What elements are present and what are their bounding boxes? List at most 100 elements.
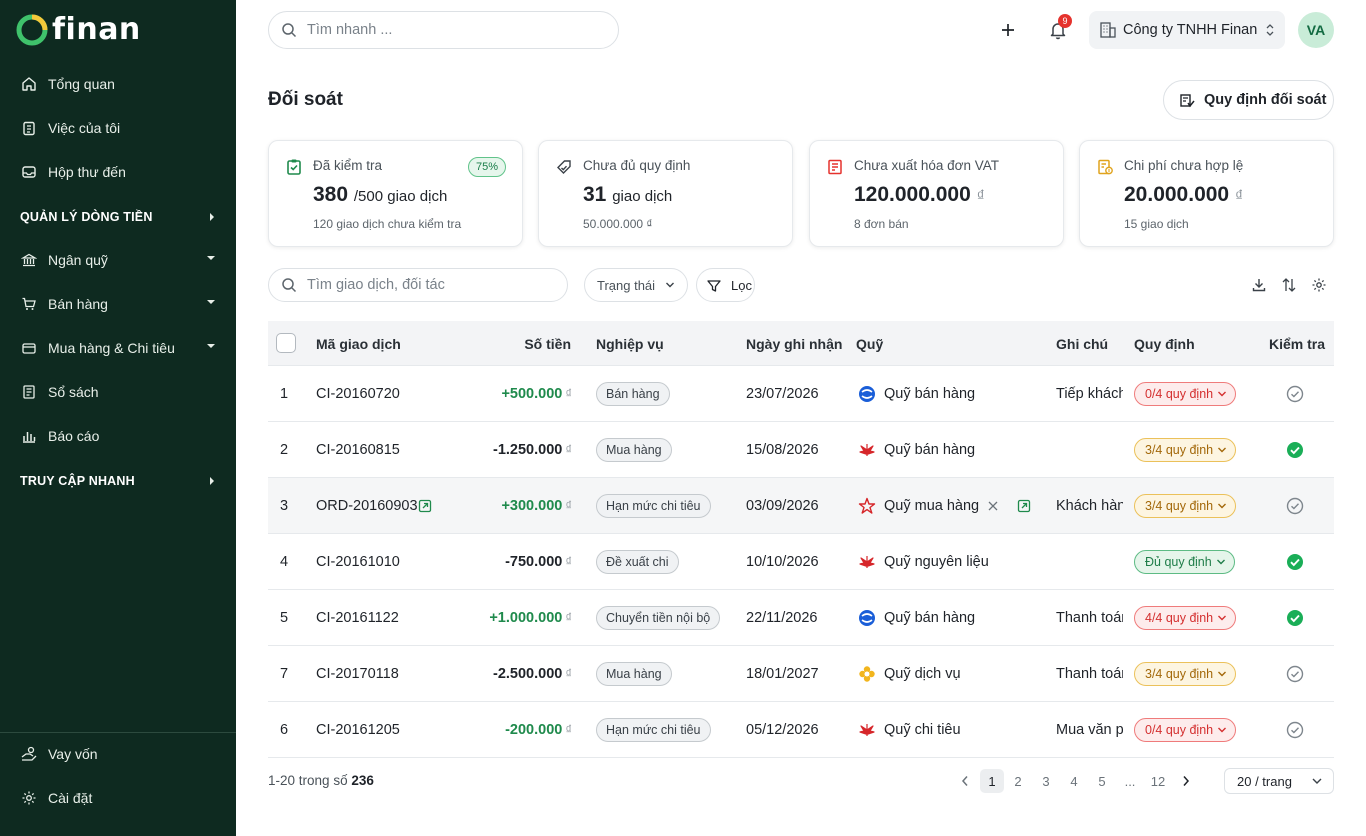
flower-yellow-icon (859, 666, 875, 682)
sidebar-item-overview[interactable]: Tổng quan (0, 64, 236, 104)
page-button[interactable]: 2 (1006, 769, 1030, 793)
chevron-left-icon (961, 776, 968, 786)
table-row[interactable]: 1 CI-20160720 +500.000 ₫ Bán hàng 23/07/2026 Q… (268, 366, 1334, 422)
rule-status-dropdown[interactable]: Đủ quy định (1134, 550, 1235, 574)
download-icon[interactable] (1251, 277, 1267, 293)
avatar[interactable]: VA (1298, 12, 1334, 48)
table-row[interactable]: 3 ORD-20160903 +300.000 ₫ Hạn mức chi tiêu 03… (268, 478, 1334, 534)
col-rule[interactable]: Quy định (1134, 336, 1195, 352)
rule-status-dropdown[interactable]: 0/4 quy định (1134, 718, 1237, 742)
transaction-type-tag: Bán hàng (596, 382, 670, 406)
transaction-code[interactable]: CI-20160720 (316, 386, 400, 402)
fund-name[interactable]: Quỹ mua hàng (884, 498, 979, 514)
page-button[interactable]: 3 (1034, 769, 1058, 793)
fund-name[interactable]: Quỹ bán hàng (884, 386, 975, 402)
sidebar-item-my-tasks[interactable]: Việc của tôi (0, 108, 236, 148)
fund-name[interactable]: Quỹ nguyên liệu (884, 554, 989, 570)
rule-status-dropdown[interactable]: 0/4 quy định (1134, 382, 1237, 406)
fund-name[interactable]: Quỹ bán hàng (884, 610, 975, 626)
logo[interactable]: finan (16, 14, 141, 46)
table-row[interactable]: 7 CI-20170118 -2.500.000 ₫ Mua hàng 18/01/202… (268, 646, 1334, 702)
transaction-code[interactable]: CI-20161122 (316, 610, 399, 626)
filter-button[interactable]: Lọc (696, 268, 755, 302)
prev-page-button[interactable] (953, 769, 977, 793)
sidebar-item-reports[interactable]: Báo cáo (0, 416, 236, 456)
sidebar-item-inbox[interactable]: Hộp thư đến (0, 152, 236, 192)
unchecked-circle-icon[interactable] (1286, 385, 1304, 403)
checked-circle-icon[interactable] (1286, 609, 1304, 627)
unchecked-circle-icon[interactable] (1286, 665, 1304, 683)
unchecked-circle-icon[interactable] (1286, 721, 1304, 739)
company-switcher[interactable]: Công ty TNHH Finan (1089, 11, 1285, 49)
rule-status-dropdown[interactable]: 3/4 quy định (1134, 494, 1237, 518)
next-page-button[interactable] (1174, 769, 1198, 793)
page-ellipsis[interactable]: ... (1118, 769, 1142, 793)
fund-name[interactable]: Quỹ chi tiêu (884, 722, 961, 738)
chevron-down-icon (1216, 559, 1225, 565)
chart-icon (20, 427, 38, 445)
sidebar-item-settings[interactable]: Cài đặt (0, 778, 236, 818)
currency-symbol: ₫ (1234, 188, 1244, 205)
checked-circle-icon[interactable] (1286, 441, 1304, 459)
table-row[interactable]: 4 CI-20161010 -750.000 ₫ Đề xuất chi 10/10/20… (268, 534, 1334, 590)
amount-value: -2.500.000 (492, 666, 563, 682)
col-fund[interactable]: Quỹ (856, 336, 883, 352)
fund-name[interactable]: Quỹ dịch vụ (884, 666, 961, 682)
table-row[interactable]: 2 CI-20160815 -1.250.000 ₫ Mua hàng 15/08/202… (268, 422, 1334, 478)
sidebar-item-ledger[interactable]: Sổ sách (0, 372, 236, 412)
col-code[interactable]: Mã giao dịch (316, 336, 401, 352)
card-rules-incomplete[interactable]: Chưa đủ quy định 31 giao dịch 50.000.000… (538, 140, 793, 247)
page-button[interactable]: 1 (980, 769, 1004, 793)
amount-value: -750.000 (505, 554, 563, 570)
quick-search-input[interactable] (307, 22, 618, 38)
settings-icon[interactable] (1311, 277, 1327, 293)
col-note[interactable]: Ghi chú (1056, 336, 1108, 352)
page-button[interactable]: 5 (1090, 769, 1114, 793)
card-vat-not-issued[interactable]: Chưa xuất hóa đơn VAT 120.000.000 ₫ 8 đơ… (809, 140, 1064, 247)
page-button[interactable]: 4 (1062, 769, 1086, 793)
transaction-code[interactable]: CI-20160815 (316, 442, 400, 458)
reconciliation-rules-button[interactable]: Quy định đối soát (1163, 80, 1334, 120)
col-amount[interactable]: Số tiền (524, 336, 571, 352)
page-button[interactable]: 12 (1146, 769, 1170, 793)
transaction-search[interactable] (268, 268, 568, 302)
sort-icon[interactable] (1281, 277, 1297, 293)
transaction-code[interactable]: ORD-20160903 (316, 498, 418, 514)
unchecked-circle-icon[interactable] (1286, 497, 1304, 515)
open-external-icon[interactable] (1017, 499, 1031, 513)
transaction-code[interactable]: CI-20170118 (316, 666, 399, 682)
select-all-checkbox[interactable] (276, 333, 296, 353)
chevron-down-icon (666, 282, 674, 288)
transaction-search-input[interactable] (307, 277, 567, 293)
record-date: 05/12/2026 (746, 722, 819, 738)
transaction-note: Thanh toán (1056, 666, 1123, 682)
rule-status-dropdown[interactable]: 4/4 quy định (1134, 606, 1237, 630)
sidebar-item-sales[interactable]: Bán hàng (0, 284, 236, 324)
table-row[interactable]: 6 CI-20161205 -200.000 ₫ Hạn mức chi tiêu 05/… (268, 702, 1334, 758)
checked-circle-icon[interactable] (1286, 553, 1304, 571)
page-size-select[interactable]: 20 / trang (1224, 768, 1334, 794)
sidebar-item-purchases[interactable]: Mua hàng & Chi tiêu (0, 328, 236, 368)
col-check[interactable]: Kiểm tra (1269, 336, 1325, 352)
quick-search[interactable] (268, 11, 619, 49)
fund-name[interactable]: Quỹ bán hàng (884, 442, 975, 458)
clipboard-check-icon (287, 159, 301, 175)
transaction-code[interactable]: CI-20161205 (316, 722, 400, 738)
sidebar-item-treasury[interactable]: Ngân quỹ (0, 240, 236, 280)
transaction-type-tag: Mua hàng (596, 662, 672, 686)
rule-status-dropdown[interactable]: 3/4 quy định (1134, 438, 1237, 462)
open-external-icon[interactable] (418, 499, 432, 513)
sidebar-item-loan[interactable]: Vay vốn (0, 734, 236, 774)
rule-status-dropdown[interactable]: 3/4 quy định (1134, 662, 1237, 686)
transaction-code[interactable]: CI-20161010 (316, 554, 400, 570)
col-type[interactable]: Nghiệp vụ (596, 336, 664, 352)
sidebar-section-cashflow[interactable]: QUẢN LÝ DÒNG TIỀN (0, 202, 236, 232)
col-date[interactable]: Ngày ghi nhận (746, 336, 842, 352)
card-invalid-expenses[interactable]: Chi phí chưa hợp lệ 20.000.000 ₫ 15 giao… (1079, 140, 1334, 247)
sidebar-section-quick-access[interactable]: TRUY CẬP NHANH (0, 466, 236, 496)
add-button[interactable] (996, 18, 1020, 42)
card-checked[interactable]: Đã kiểm tra 75% 380 /500 giao dịch 120 g… (268, 140, 523, 247)
status-dropdown[interactable]: Trạng thái (584, 268, 688, 302)
clear-icon[interactable] (986, 499, 1000, 513)
table-row[interactable]: 5 CI-20161122 +1.000.000 ₫ Chuyển tiền nội b… (268, 590, 1334, 646)
